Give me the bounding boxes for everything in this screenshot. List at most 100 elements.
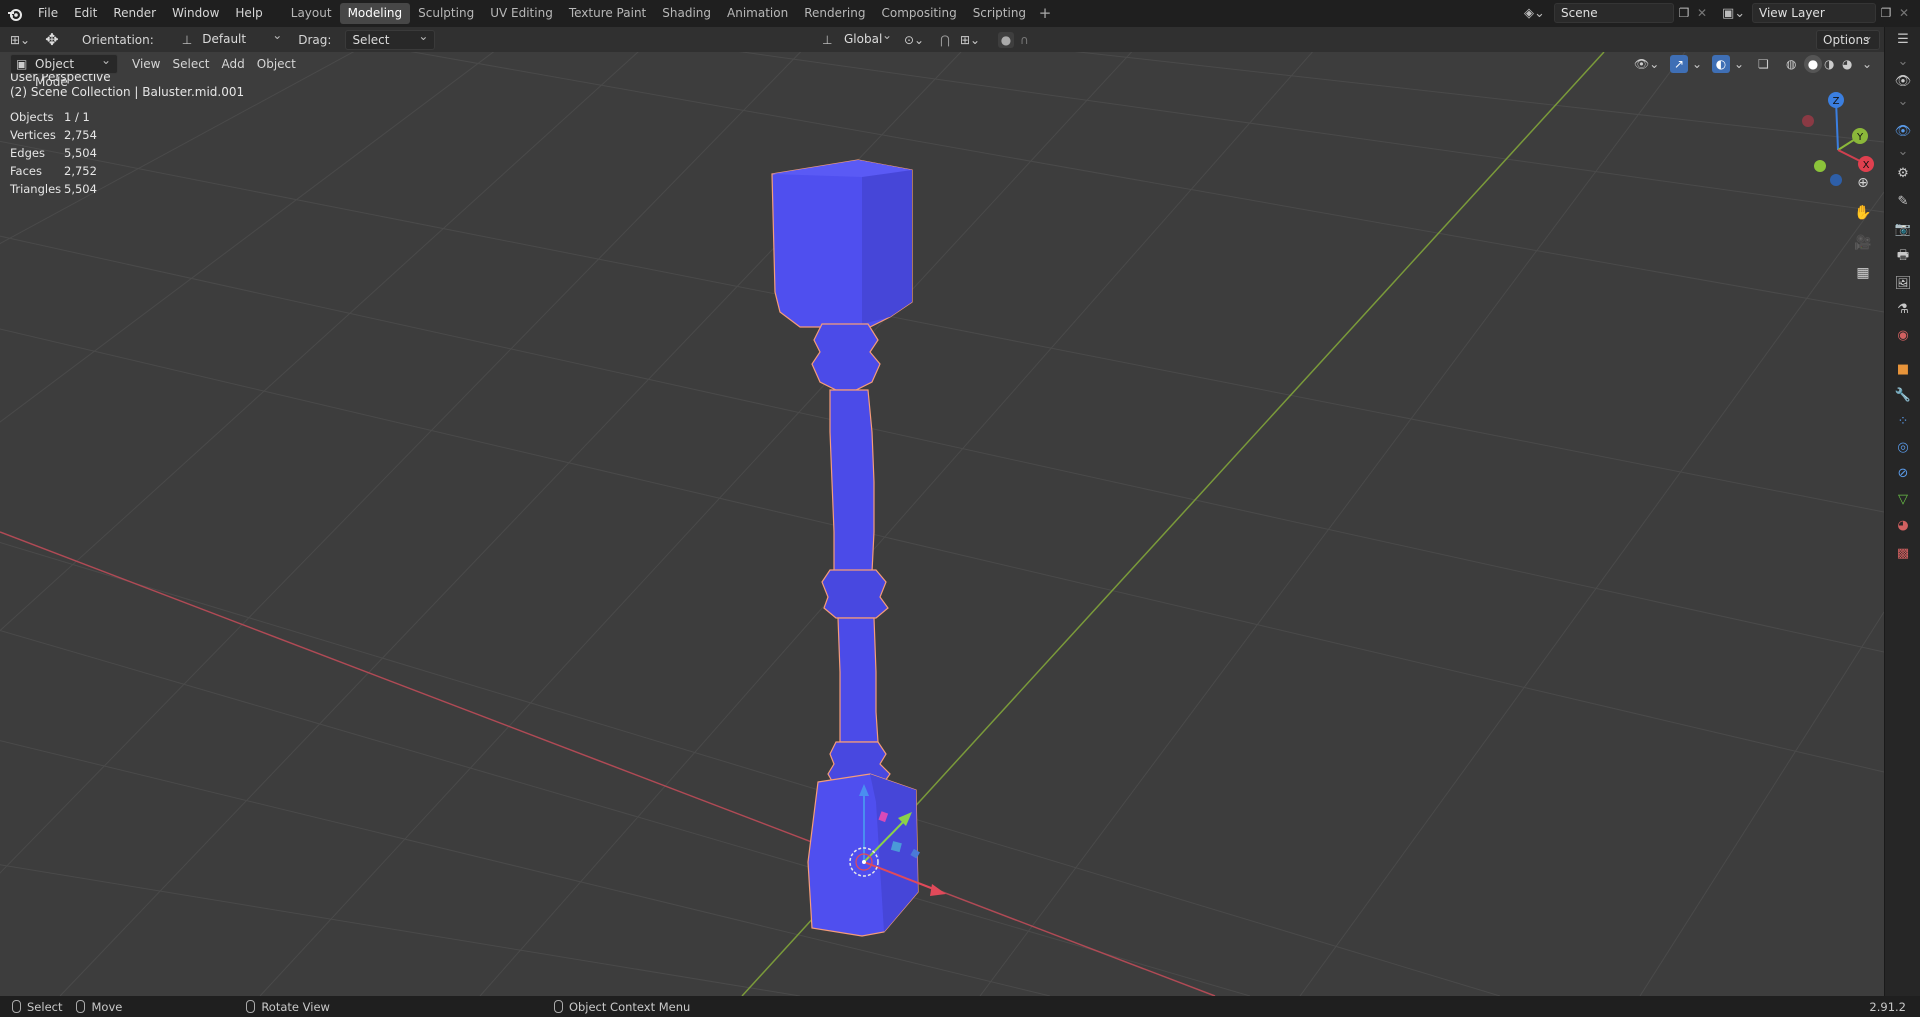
scene-name-field[interactable]: Scene <box>1554 3 1674 23</box>
tab-modeling[interactable]: Modeling <box>339 3 411 24</box>
overlays-dropdown-icon[interactable]: ⌄ <box>1734 57 1744 71</box>
scene-icon[interactable]: ◈⌄ <box>1524 6 1554 21</box>
physics-properties-icon[interactable]: ◎ <box>1893 437 1913 457</box>
stat-row: Edges 5,504 <box>10 144 97 162</box>
particles-properties-icon[interactable]: ⁘ <box>1893 411 1913 431</box>
texture-properties-icon[interactable]: ▩ <box>1893 543 1913 563</box>
options-dropdown[interactable]: Options <box>1816 27 1880 50</box>
proportional-edit-icon[interactable]: ● <box>998 31 1014 48</box>
menu-help[interactable]: Help <box>227 0 270 27</box>
orientation-axes-icon: ⊥ <box>181 32 193 47</box>
tab-rendering[interactable]: Rendering <box>796 3 873 24</box>
snap-target-icon[interactable]: ⊞⌄ <box>960 33 980 47</box>
visibility-eye-icon[interactable]: 👁 <box>1893 71 1913 91</box>
select-menu[interactable]: Select <box>166 54 215 74</box>
scene-statistics: Objects 1 / 1 Vertices 2,754 Edges 5,504 Fa… <box>10 108 97 198</box>
perspective-toggle-icon[interactable]: ▦ <box>1850 260 1876 286</box>
stat-value: 5,504 <box>64 146 97 160</box>
snap-icon[interactable]: ⋂ <box>940 33 950 47</box>
collapse-icon[interactable]: ⌄ <box>1893 91 1913 111</box>
remove-view-layer-icon[interactable]: ✕ <box>1896 6 1912 20</box>
view-layer-icon[interactable]: ▣⌄ <box>1722 6 1752 21</box>
menu-window[interactable]: Window <box>164 0 227 27</box>
x-axis-line <box>0 531 1216 996</box>
drag-dropdown[interactable]: Select Box <box>345 27 436 65</box>
gizmo-toggle-icon[interactable]: ↗ <box>1670 55 1688 73</box>
viewport-header: ▣ Object Mode View Select Add Object 👁⌄ … <box>0 51 1884 89</box>
stat-label: Faces <box>10 164 42 178</box>
editor-type-icon[interactable]: ⊞⌄ <box>0 33 40 47</box>
tab-layout[interactable]: Layout <box>283 3 340 24</box>
scene-selector: ◈⌄ Scene ❐ ✕ <box>1524 3 1710 23</box>
object-mode-dropdown[interactable]: ▣ Object Mode <box>10 51 118 89</box>
view-layer-properties-icon[interactable]: 🖼 <box>1893 273 1913 293</box>
baluster-object[interactable] <box>771 159 919 937</box>
transform-orientation-dropdown[interactable]: Global <box>838 26 898 50</box>
outliner-icon[interactable]: ☰ <box>1893 29 1913 49</box>
material-properties-icon[interactable]: ◕ <box>1893 515 1913 535</box>
falloff-icon[interactable]: ∩ <box>1020 33 1029 47</box>
duplicate-scene-icon[interactable]: ❐ <box>1674 6 1694 20</box>
drag-label: Drag: <box>298 32 332 47</box>
add-menu[interactable]: Add <box>216 54 251 74</box>
constraints-properties-icon[interactable]: ⊘ <box>1893 463 1913 483</box>
tab-animation[interactable]: Animation <box>719 3 796 24</box>
status-rotate-label: Rotate View <box>261 999 330 1014</box>
render-properties-icon[interactable]: 📷 <box>1893 219 1913 239</box>
add-workspace-icon[interactable]: + <box>1034 3 1056 24</box>
object-properties-icon[interactable]: ■ <box>1893 359 1913 379</box>
orientation-dropdown[interactable]: Default <box>196 26 288 50</box>
shading-dropdown-icon[interactable]: ⌄ <box>1862 57 1872 71</box>
object-data-properties-icon[interactable]: ▽ <box>1893 489 1913 509</box>
wireframe-shading-icon[interactable]: ◍ <box>1786 57 1796 71</box>
camera-view-icon[interactable]: 🎥 <box>1850 230 1876 256</box>
solid-shading-icon[interactable]: ● <box>1804 55 1822 73</box>
gizmo-y-label: Y <box>1856 132 1864 143</box>
tab-scripting[interactable]: Scripting <box>965 3 1034 24</box>
status-move: Move <box>76 1000 122 1014</box>
world-properties-icon[interactable]: ◉ <box>1893 325 1913 345</box>
rendered-shading-icon[interactable]: ◕ <box>1842 57 1852 71</box>
view-menu[interactable]: View <box>126 54 166 74</box>
stat-row: Vertices 2,754 <box>10 126 97 144</box>
stat-label: Objects <box>10 110 54 124</box>
collapse-icon[interactable]: ⌄ <box>1893 51 1913 71</box>
gizmo-dropdown-icon[interactable]: ⌄ <box>1692 57 1702 71</box>
material-shading-icon[interactable]: ◑ <box>1824 57 1834 71</box>
tab-uv-editing[interactable]: UV Editing <box>482 3 561 24</box>
view-layer-name-field[interactable]: View Layer <box>1752 3 1876 23</box>
object-menu[interactable]: Object <box>251 54 302 74</box>
xray-toggle-icon[interactable]: ❏ <box>1758 57 1769 71</box>
overlays-toggle-icon[interactable]: ◐ <box>1712 55 1730 73</box>
modifier-properties-icon[interactable]: 🔧 <box>1893 385 1913 405</box>
zoom-icon[interactable]: ⊕ <box>1850 170 1876 196</box>
menu-file[interactable]: File <box>30 0 66 27</box>
status-context-menu: Object Context Menu <box>553 1000 690 1014</box>
tool-settings-header: ⊞⌄ ✥ Orientation: ⊥ Default Drag: Select… <box>0 26 1884 65</box>
tab-sculpting[interactable]: Sculpting <box>410 3 482 24</box>
scene-properties-icon[interactable]: ⚗ <box>1893 299 1913 319</box>
status-bar: Select Move Rotate View Object Context M… <box>0 996 1920 1017</box>
menu-render[interactable]: Render <box>105 0 164 27</box>
pivot-point-icon[interactable]: ⊙⌄ <box>904 33 924 47</box>
tab-shading[interactable]: Shading <box>654 3 719 24</box>
blender-logo-icon[interactable] <box>0 0 30 27</box>
collapse-icon[interactable]: ⌄ <box>1893 141 1913 161</box>
output-properties-icon[interactable]: 🖶 <box>1893 247 1913 267</box>
visibility-eye-icon[interactable]: 👁 <box>1893 121 1913 141</box>
visibility-icon[interactable]: 👁⌄ <box>1634 57 1659 71</box>
duplicate-view-layer-icon[interactable]: ❐ <box>1876 6 1896 20</box>
remove-scene-icon[interactable]: ✕ <box>1694 6 1710 20</box>
move-tool-icon[interactable]: ✥ <box>40 30 64 49</box>
orientation-label: Orientation: <box>82 32 154 47</box>
menu-edit[interactable]: Edit <box>66 0 105 27</box>
3d-viewport[interactable]: Z Y X User Perspective (2) Scene Collect… <box>0 52 1884 996</box>
left-mouse-drag-icon <box>76 1000 86 1013</box>
active-tool-icon[interactable]: ✎ <box>1893 191 1913 211</box>
workspace-tabs: Layout Modeling Sculpting UV Editing Tex… <box>283 0 1056 27</box>
tab-compositing[interactable]: Compositing <box>873 3 964 24</box>
tool-properties-icon[interactable]: ⚙ <box>1893 163 1913 183</box>
stat-label: Triangles <box>10 182 62 196</box>
pan-hand-icon[interactable]: ✋ <box>1850 200 1876 226</box>
tab-texture-paint[interactable]: Texture Paint <box>561 3 654 24</box>
